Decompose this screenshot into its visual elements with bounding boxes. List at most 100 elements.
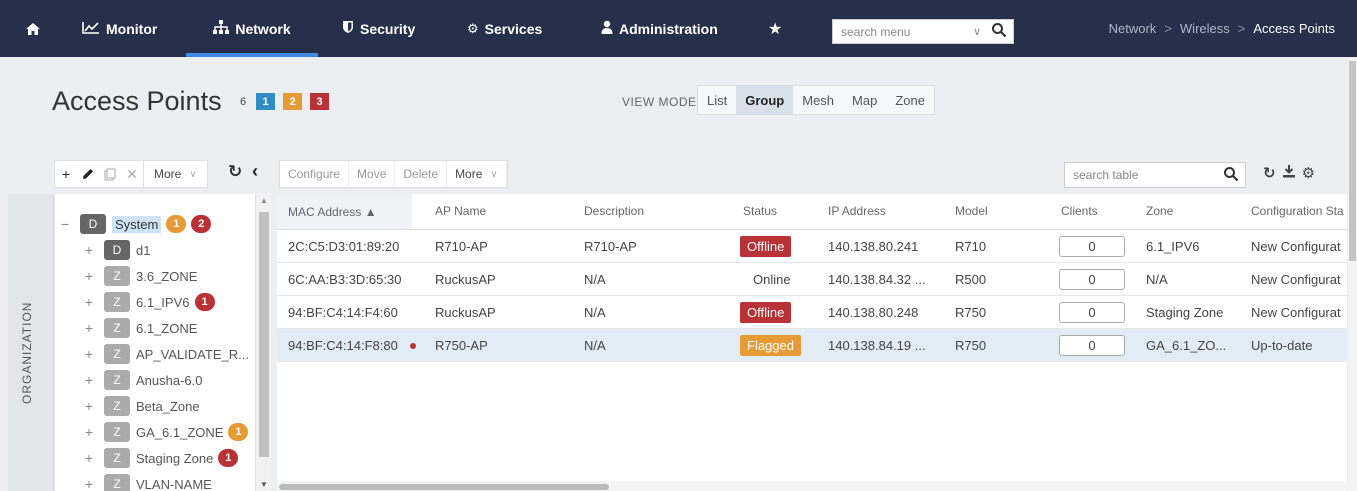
refresh-icon[interactable]: ↻ [1263,164,1276,182]
add-icon[interactable]: + [55,161,77,187]
table-horizontal-scrollbar[interactable] [277,481,1347,491]
clients-count-button[interactable]: 0 [1059,302,1125,323]
chevron-down-icon[interactable]: ∨ [973,25,981,38]
view-mode-mesh[interactable]: Mesh [793,86,843,114]
tree-node[interactable]: + Z VLAN-NAME [82,472,212,491]
scrollbar-thumb[interactable] [279,484,609,490]
table-row[interactable]: 94:BF:C4:14:F4:60 RuckusAP N/A Offline 1… [277,296,1347,329]
delete-button[interactable]: Delete [395,161,448,187]
count-badge-blue[interactable]: 1 [256,93,275,110]
search-table-placeholder: search table [1073,168,1139,182]
expand-node-icon[interactable]: + [82,320,96,336]
scroll-up-icon[interactable]: ▲ [260,196,268,205]
search-icon[interactable] [991,22,1007,41]
breadcrumb-wireless[interactable]: Wireless [1180,21,1230,36]
cell-configuration-status: New Configurat [1251,305,1341,320]
column-ap-name[interactable]: AP Name [435,204,486,218]
tree-node[interactable]: + D d1 [82,238,150,262]
view-mode-group[interactable]: Group [736,86,794,114]
tree-node[interactable]: + Z 6.1_IPV6 1 [82,290,215,314]
column-clients[interactable]: Clients [1061,204,1098,218]
move-button[interactable]: Move [349,161,396,187]
nav-security[interactable]: Security [342,0,415,57]
table-actions: ↻ ⚙ [1263,164,1315,182]
table-row[interactable]: 94:BF:C4:14:F8:80 R750-AP N/A Flagged 14… [277,329,1347,362]
count-badge-red[interactable]: 3 [310,93,329,110]
scroll-down-icon[interactable]: ▼ [260,480,268,489]
expand-node-icon[interactable]: + [82,398,96,414]
search-table-input[interactable]: search table [1064,162,1246,188]
expand-node-icon[interactable]: + [82,294,96,310]
expand-node-icon[interactable]: + [82,424,96,440]
column-zone[interactable]: Zone [1146,204,1173,218]
offline-count-badge: 2 [191,215,212,233]
edit-icon[interactable] [77,161,99,187]
tree-node-system[interactable]: − D System 1 2 [58,212,212,236]
scrollbar-thumb[interactable] [1349,61,1356,261]
column-mac-address[interactable]: MAC Address ▲ [277,194,412,229]
breadcrumb-network[interactable]: Network [1109,21,1157,36]
table-row[interactable]: 2C:C5:D3:01:89:20 R710-AP R710-AP Offlin… [277,230,1347,263]
expand-node-icon[interactable]: + [82,346,96,362]
view-mode-zone[interactable]: Zone [886,86,934,114]
tree-node[interactable]: + Z 6.1_ZONE [82,316,197,340]
expand-node-icon[interactable]: + [82,242,96,258]
nav-services[interactable]: ⚙ Services [467,0,542,57]
nav-administration-label: Administration [619,20,718,37]
tree-more-dropdown[interactable]: More ∨ [143,161,207,187]
clients-count-button[interactable]: 0 [1059,335,1125,356]
expand-node-icon[interactable]: + [82,372,96,388]
column-ip-address[interactable]: IP Address [828,204,886,218]
tree-node[interactable]: + Z Staging Zone 1 [82,446,239,470]
warning-count-badge: 1 [166,215,187,233]
collapse-node-icon[interactable]: − [58,216,72,232]
expand-node-icon[interactable]: + [82,476,96,491]
collapse-left-icon[interactable]: ‹ [252,161,258,182]
nav-administration[interactable]: Administration [601,0,718,57]
tree-node[interactable]: + Z Anusha-6.0 [82,368,203,392]
organization-tab-label: ORGANIZATION [20,301,34,404]
star-icon[interactable]: ★ [768,0,782,57]
shield-icon [342,20,354,37]
delete-icon[interactable]: ✕ [121,161,143,187]
settings-gear-icon[interactable]: ⚙ [1302,164,1315,182]
search-menu-input[interactable]: search menu ∨ [832,19,1014,44]
clients-count-button[interactable]: 0 [1059,236,1125,257]
refresh-icon[interactable]: ↻ [228,162,242,182]
table-row[interactable]: 6C:AA:B3:3D:65:30 RuckusAP N/A Online 14… [277,263,1347,296]
expand-node-icon[interactable]: + [82,268,96,284]
cell-zone: 6.1_IPV6 [1146,239,1200,254]
tree-node[interactable]: + Z 3.6_ZONE [82,264,197,288]
home-icon[interactable] [22,0,44,57]
tree-more-label: More [154,167,182,181]
clone-icon[interactable] [99,161,121,187]
column-description[interactable]: Description [584,204,644,218]
search-icon[interactable] [1223,166,1239,185]
tree-node-label: 6.1_IPV6 [136,294,190,310]
cell-mac: 94:BF:C4:14:F8:80 [288,329,416,362]
page-scrollbar[interactable] [1348,57,1357,491]
table-toolbar: Configure Move Delete More ∨ [279,160,508,188]
organization-tab[interactable]: ORGANIZATION [8,194,54,491]
view-mode-map[interactable]: Map [843,86,886,114]
zone-tag: Z [104,370,130,390]
nav-network[interactable]: Network [186,0,318,57]
column-model[interactable]: Model [955,204,988,218]
table-more-dropdown[interactable]: More ∨ [447,161,507,187]
access-points-table: MAC Address ▲ AP Name Description Status… [277,194,1347,491]
tree-node[interactable]: + Z GA_6.1_ZONE 1 [82,420,249,444]
tree-node[interactable]: + Z AP_VALIDATE_R... [82,342,249,366]
column-status[interactable]: Status [743,204,777,218]
clients-count-button[interactable]: 0 [1059,269,1125,290]
expand-node-icon[interactable]: + [82,450,96,466]
column-configuration-status[interactable]: Configuration Sta [1251,204,1344,218]
tree-scrollbar[interactable]: ▲ ▼ [255,194,271,491]
download-icon[interactable] [1282,164,1296,182]
scrollbar-thumb[interactable] [259,212,269,457]
view-mode-list[interactable]: List [698,86,736,114]
tree-node[interactable]: + Z Beta_Zone [82,394,200,418]
configure-button[interactable]: Configure [280,161,350,187]
nav-monitor[interactable]: Monitor [82,0,157,57]
cell-clients: 0 [1059,296,1125,329]
count-badge-orange[interactable]: 2 [283,93,302,110]
